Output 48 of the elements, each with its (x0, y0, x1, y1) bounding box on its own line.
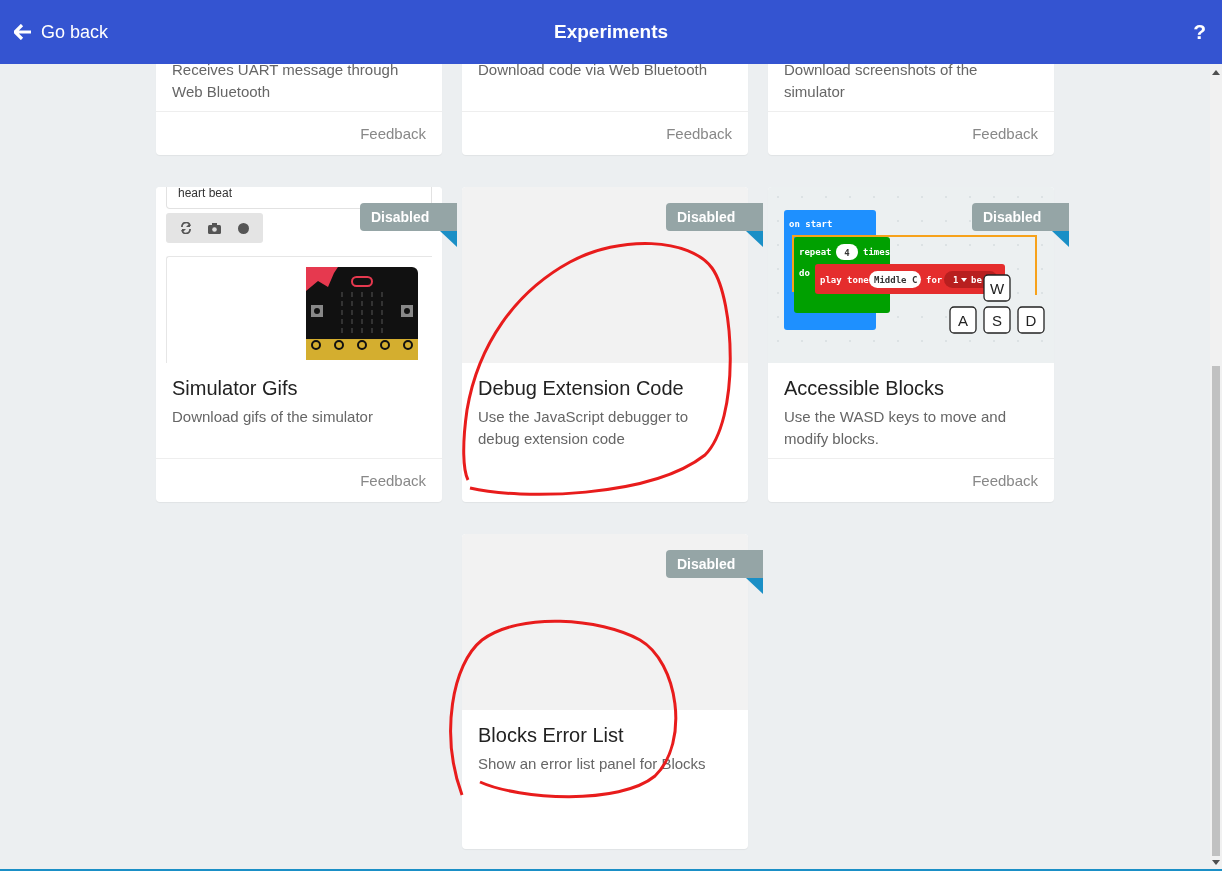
card-title: Blocks Error List (478, 723, 625, 748)
camera-icon (208, 222, 222, 234)
caret-icon (961, 278, 967, 282)
restart-icon (180, 222, 193, 234)
card-title: Accessible Blocks (784, 376, 946, 401)
go-back-button[interactable]: Go back (14, 21, 109, 43)
card-description: Download code via Web Bluetooth (478, 64, 709, 80)
scroll-up-icon[interactable] (1212, 70, 1220, 75)
block-text: be (971, 275, 982, 285)
note-slot (869, 271, 921, 288)
scrollbar-thumb[interactable] (1212, 366, 1220, 856)
block-text: Middle C (874, 275, 918, 285)
card-description: Receives UART message through Web Bluetooth (172, 64, 400, 102)
scroll-down-icon[interactable] (1212, 860, 1220, 865)
card-title: Simulator Gifs (172, 376, 299, 401)
status-badge: Disabled (666, 203, 763, 231)
card-description: Download screenshots of the simulator (784, 64, 979, 102)
block-text: on start (789, 219, 833, 229)
key-cap: S (983, 306, 1011, 334)
ribbon-fold (1052, 231, 1069, 247)
key-cap: D (1017, 306, 1045, 334)
record-icon (237, 222, 249, 234)
ribbon-fold (746, 578, 763, 594)
arrow-left-icon (14, 24, 32, 40)
card-title: Debug Extension Code (478, 376, 685, 401)
scrollbar[interactable] (1210, 64, 1222, 869)
help-button[interactable]: ? (1191, 20, 1208, 44)
block-text: play tone (820, 275, 869, 285)
key-cap: A (949, 306, 977, 334)
block-text: times (863, 247, 891, 257)
feedback-link[interactable]: Feedback (972, 125, 1038, 142)
page-title: Experiments (554, 21, 668, 43)
card-description: Use the JavaScript debugger to debug extension code (478, 407, 690, 449)
status-badge: Disabled (972, 203, 1069, 231)
card-description: Download gifs of the simulator (172, 407, 374, 427)
feedback-link[interactable]: Feedback (666, 125, 732, 142)
status-badge: Disabled (666, 550, 763, 578)
block-text: 1 (953, 275, 959, 285)
ribbon-fold (440, 231, 457, 247)
block-text: do (799, 268, 810, 278)
key-cap: W (983, 274, 1011, 302)
block-number: 4 (844, 248, 850, 258)
ribbon-fold (746, 231, 763, 247)
card-description: Use the WASD keys to move and modify blocks. (784, 407, 1008, 449)
feedback-link[interactable]: Feedback (360, 125, 426, 142)
block-text: repeat (799, 247, 832, 257)
status-badge: Disabled (360, 203, 457, 231)
block-text: for (926, 275, 943, 285)
